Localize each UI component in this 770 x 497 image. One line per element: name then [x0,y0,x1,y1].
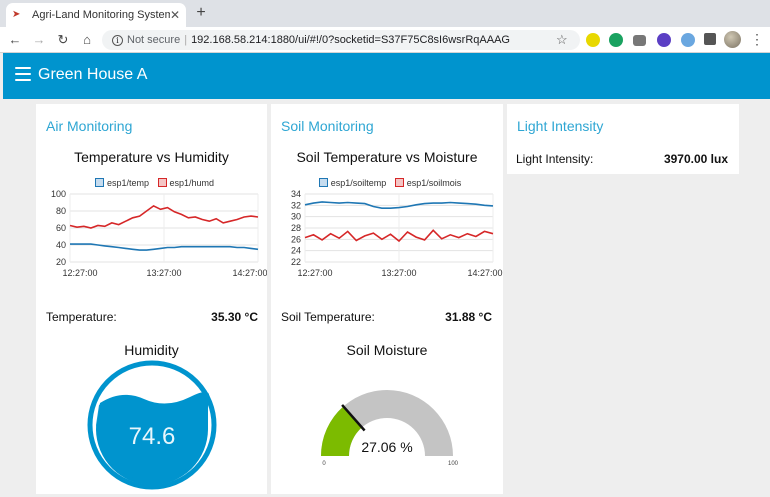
soil-chart-x-tick: 13:27:00 [381,268,416,278]
reload-icon[interactable]: ↻ [54,31,72,49]
light-intensity-value: 3970.00 lux [663,152,728,166]
legend-label-soiltemp: esp1/soiltemp [330,178,387,188]
card-title-air: Air Monitoring [46,118,133,134]
chart-title-soil: Soil Temperature vs Moisture [296,149,478,165]
temperature-label: Temperature: [46,310,117,324]
browser-tab-bar: ➤ Agri-Land Monitoring System ✕ + [0,0,770,27]
temperature-value: 35.30 °C [211,310,258,324]
soil-moisture-title: Soil Moisture [346,342,428,358]
light-intensity-label: Light Intensity: [516,152,594,166]
legend-soil: esp1/soiltemp esp1/soilmois [271,178,503,188]
air-chart-x-tick: 14:27:00 [232,268,267,278]
security-status: Not secure [127,34,181,46]
soil-temperature-row: Soil Temperature: 31.88 °C [281,310,492,324]
legend-swatch-temp[interactable] [94,178,104,187]
extension-purple-icon[interactable] [657,33,671,47]
humidity-liquid-gauge: 74.6 [87,360,217,490]
info-icon[interactable]: i [112,34,123,46]
home-icon[interactable]: ⌂ [78,31,96,49]
legend-label-humd: esp1/humd [169,178,215,188]
card-title-light: Light Intensity [517,118,604,134]
gauge-max-label: 100 [448,461,459,466]
extension-green-icon[interactable] [609,33,623,47]
soil-line-chart: 3432 302826 242212:27:00 13:27:00 14:27:00 [291,190,503,278]
humidity-title: Humidity [124,342,179,358]
soil-temperature-label: Soil Temperature: [281,310,375,324]
air-chart-y-tick: 60 [56,223,66,233]
legend-swatch-soiltemp[interactable] [318,178,328,187]
browser-toolbar: ← → ↻ ⌂ i Not secure | 192.168.58.214:1880/… [0,27,770,53]
legend-swatch-humd[interactable] [157,178,167,187]
camera-icon[interactable] [633,35,646,46]
air-chart-y-tick: 80 [56,206,66,216]
soil-moisture-gauge: 27.06 % 0 100 [320,390,459,466]
legend-air: esp1/temp esp1/humd [36,178,267,188]
soil-chart-y-tick: 28 [291,223,301,233]
air-line-chart: 100 80 60 40 2012:27:00 13:27:00 14:27:00 [51,190,267,278]
light-intensity-card: Light Intensity Light Intensity: 3970.00… [507,104,739,174]
air-chart-y-tick: 100 [51,190,66,199]
soil-chart-y-tick: 22 [291,257,301,267]
extension-yellow-icon[interactable] [586,33,600,47]
gauge-min-label: 0 [322,461,326,466]
soil-chart-y-tick: 32 [291,200,301,210]
dashboard-header: Green House A [3,53,770,99]
bookmark-star-icon[interactable]: ☆ [556,32,568,48]
soil-chart-x-tick: 14:27:00 [467,268,502,278]
air-chart-x-tick: 12:27:00 [62,268,97,278]
tab-title: Agri-Land Monitoring System [32,9,170,21]
forward-icon[interactable]: → [30,31,48,49]
soil-chart-y-tick: 24 [291,246,301,256]
puzzle-icon[interactable] [704,33,716,45]
soil-temperature-value: 31.88 °C [445,310,492,324]
legend-label-temp: esp1/temp [106,178,149,188]
menu-kebab-icon[interactable]: ⋮ [750,31,764,48]
soil-chart-y-tick: 26 [291,234,301,244]
humidity-value: 74.6 [129,423,176,450]
address-bar[interactable]: i Not secure | 192.168.58.214:1880/ui/#!/0?… [102,30,580,50]
profile-avatar[interactable] [724,31,741,48]
new-tab-button[interactable]: + [192,4,210,22]
air-chart-y-tick: 20 [56,257,66,267]
soil-chart-y-tick: 34 [291,190,301,199]
soil-monitoring-card: Soil Monitoring Soil Temperature vs Mois… [271,104,503,494]
favicon-icon: ➤ [12,9,21,20]
legend-swatch-soilmois[interactable] [394,178,404,187]
light-intensity-row: Light Intensity: 3970.00 lux [516,152,728,166]
temperature-row: Temperature: 35.30 °C [46,310,258,324]
url-text: 192.168.58.214:1880/ui/#!/0?socketid=S37… [191,34,510,46]
legend-label-soilmois: esp1/soilmois [406,178,462,188]
card-title-soil: Soil Monitoring [281,118,374,134]
back-icon[interactable]: ← [6,31,24,49]
air-monitoring-card: Air Monitoring Temperature vs Humidity e… [36,104,267,494]
page-title: Green House A [38,66,148,83]
chart-title-air: Temperature vs Humidity [74,149,229,165]
hamburger-menu-icon[interactable] [15,67,31,81]
browser-tab[interactable]: ➤ Agri-Land Monitoring System ✕ [6,3,186,27]
soil-chart-y-tick: 30 [291,212,301,222]
soil-moisture-value: 27.06 % [361,439,412,455]
close-tab-icon[interactable]: ✕ [170,8,180,22]
air-chart-x-tick: 13:27:00 [146,268,181,278]
extension-blue-icon[interactable] [681,33,695,47]
soil-chart-x-tick: 12:27:00 [297,268,332,278]
air-chart-y-tick: 40 [56,240,66,250]
